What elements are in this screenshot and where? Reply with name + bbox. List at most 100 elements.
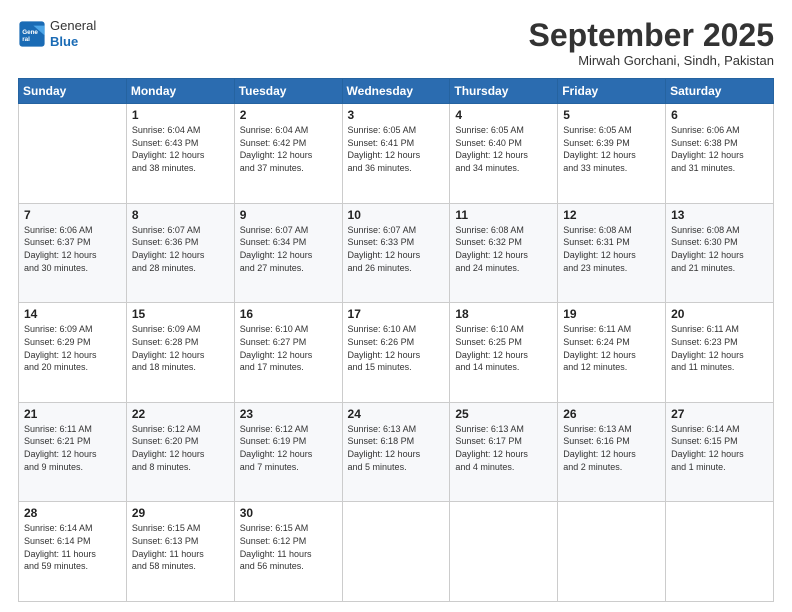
day-info: Sunrise: 6:05 AM Sunset: 6:39 PM Dayligh… [563, 124, 660, 174]
day-info: Sunrise: 6:08 AM Sunset: 6:32 PM Dayligh… [455, 224, 552, 274]
table-row: 10Sunrise: 6:07 AM Sunset: 6:33 PM Dayli… [342, 203, 450, 303]
table-row: 1 Sunrise: 6:04 AM Sunset: 6:43 PM Daylig… [126, 104, 234, 204]
calendar-table: Sunday Monday Tuesday Wednesday Thursday… [18, 78, 774, 602]
day-number: 2 [240, 108, 337, 122]
day-info: Sunrise: 6:06 AM Sunset: 6:38 PM Dayligh… [671, 124, 768, 174]
day-info: Sunrise: 6:06 AM Sunset: 6:37 PM Dayligh… [24, 224, 121, 274]
day-info: Sunrise: 6:04 AM Sunset: 6:42 PM Dayligh… [240, 124, 337, 174]
day-info: Sunrise: 6:12 AM Sunset: 6:19 PM Dayligh… [240, 423, 337, 473]
table-row: 15 Sunrise: 6:09 AM Sunset: 6:28 PM Dayli… [126, 303, 234, 403]
table-row: 24 Sunrise: 6:13 AM Sunset: 6:18 PM Dayli… [342, 402, 450, 502]
logo-blue: Blue [50, 34, 78, 49]
logo-icon: Gene ral [18, 20, 46, 48]
day-number: 11 [455, 208, 552, 222]
calendar-week-row: 14Sunrise: 6:09 AM Sunset: 6:29 PM Dayli… [19, 303, 774, 403]
table-row: 28 Sunrise: 6:14 AM Sunset: 6:14 PM Dayli… [19, 502, 127, 602]
table-row: 17 Sunrise: 6:10 AM Sunset: 6:26 PM Dayli… [342, 303, 450, 403]
day-number: 16 [240, 307, 337, 321]
day-number: 23 [240, 407, 337, 421]
day-info: Sunrise: 6:05 AM Sunset: 6:40 PM Dayligh… [455, 124, 552, 174]
table-row: 6 Sunrise: 6:06 AM Sunset: 6:38 PM Daylig… [666, 104, 774, 204]
day-info: Sunrise: 6:11 AM Sunset: 6:24 PM Dayligh… [563, 323, 660, 373]
day-info: Sunrise: 6:07 AM Sunset: 6:34 PM Dayligh… [240, 224, 337, 274]
logo: Gene ral General Blue [18, 18, 96, 49]
table-row: 14Sunrise: 6:09 AM Sunset: 6:29 PM Dayli… [19, 303, 127, 403]
day-number: 18 [455, 307, 552, 321]
calendar-week-row: 1 Sunrise: 6:04 AM Sunset: 6:43 PM Daylig… [19, 104, 774, 204]
month-title: September 2025 [529, 18, 774, 53]
day-info: Sunrise: 6:10 AM Sunset: 6:25 PM Dayligh… [455, 323, 552, 373]
table-row [666, 502, 774, 602]
col-tuesday: Tuesday [234, 79, 342, 104]
col-sunday: Sunday [19, 79, 127, 104]
location-subtitle: Mirwah Gorchani, Sindh, Pakistan [529, 53, 774, 68]
table-row [450, 502, 558, 602]
day-info: Sunrise: 6:15 AM Sunset: 6:12 PM Dayligh… [240, 522, 337, 572]
day-info: Sunrise: 6:07 AM Sunset: 6:36 PM Dayligh… [132, 224, 229, 274]
day-number: 17 [348, 307, 445, 321]
logo-text: General Blue [50, 18, 96, 49]
table-row: 13 Sunrise: 6:08 AM Sunset: 6:30 PM Dayli… [666, 203, 774, 303]
table-row: 20 Sunrise: 6:11 AM Sunset: 6:23 PM Dayli… [666, 303, 774, 403]
day-number: 10 [348, 208, 445, 222]
day-number: 5 [563, 108, 660, 122]
day-info: Sunrise: 6:13 AM Sunset: 6:17 PM Dayligh… [455, 423, 552, 473]
day-number: 27 [671, 407, 768, 421]
table-row: 22Sunrise: 6:12 AM Sunset: 6:20 PM Dayli… [126, 402, 234, 502]
table-row: 12Sunrise: 6:08 AM Sunset: 6:31 PM Dayli… [558, 203, 666, 303]
calendar-week-row: 7Sunrise: 6:06 AM Sunset: 6:37 PM Daylig… [19, 203, 774, 303]
day-number: 24 [348, 407, 445, 421]
day-number: 25 [455, 407, 552, 421]
day-info: Sunrise: 6:10 AM Sunset: 6:26 PM Dayligh… [348, 323, 445, 373]
day-info: Sunrise: 6:14 AM Sunset: 6:14 PM Dayligh… [24, 522, 121, 572]
day-info: Sunrise: 6:08 AM Sunset: 6:30 PM Dayligh… [671, 224, 768, 274]
calendar-week-row: 28 Sunrise: 6:14 AM Sunset: 6:14 PM Dayli… [19, 502, 774, 602]
table-row [558, 502, 666, 602]
table-row: 3Sunrise: 6:05 AM Sunset: 6:41 PM Daylig… [342, 104, 450, 204]
table-row: 5 Sunrise: 6:05 AM Sunset: 6:39 PM Daylig… [558, 104, 666, 204]
day-info: Sunrise: 6:13 AM Sunset: 6:18 PM Dayligh… [348, 423, 445, 473]
col-friday: Friday [558, 79, 666, 104]
day-number: 20 [671, 307, 768, 321]
day-info: Sunrise: 6:05 AM Sunset: 6:41 PM Dayligh… [348, 124, 445, 174]
table-row: 27 Sunrise: 6:14 AM Sunset: 6:15 PM Dayli… [666, 402, 774, 502]
calendar-week-row: 21Sunrise: 6:11 AM Sunset: 6:21 PM Dayli… [19, 402, 774, 502]
col-saturday: Saturday [666, 79, 774, 104]
day-number: 19 [563, 307, 660, 321]
day-number: 13 [671, 208, 768, 222]
day-number: 1 [132, 108, 229, 122]
day-info: Sunrise: 6:04 AM Sunset: 6:43 PM Dayligh… [132, 124, 229, 174]
table-row: 18 Sunrise: 6:10 AM Sunset: 6:25 PM Dayli… [450, 303, 558, 403]
table-row: 23 Sunrise: 6:12 AM Sunset: 6:19 PM Dayli… [234, 402, 342, 502]
day-info: Sunrise: 6:11 AM Sunset: 6:21 PM Dayligh… [24, 423, 121, 473]
table-row: 16 Sunrise: 6:10 AM Sunset: 6:27 PM Dayli… [234, 303, 342, 403]
day-info: Sunrise: 6:08 AM Sunset: 6:31 PM Dayligh… [563, 224, 660, 274]
col-wednesday: Wednesday [342, 79, 450, 104]
title-block: September 2025 Mirwah Gorchani, Sindh, P… [529, 18, 774, 68]
day-number: 15 [132, 307, 229, 321]
day-number: 9 [240, 208, 337, 222]
logo-general: General [50, 18, 96, 34]
day-number: 28 [24, 506, 121, 520]
table-row: 26 Sunrise: 6:13 AM Sunset: 6:16 PM Dayli… [558, 402, 666, 502]
day-info: Sunrise: 6:12 AM Sunset: 6:20 PM Dayligh… [132, 423, 229, 473]
day-info: Sunrise: 6:14 AM Sunset: 6:15 PM Dayligh… [671, 423, 768, 473]
day-info: Sunrise: 6:13 AM Sunset: 6:16 PM Dayligh… [563, 423, 660, 473]
day-number: 6 [671, 108, 768, 122]
table-row: 21Sunrise: 6:11 AM Sunset: 6:21 PM Dayli… [19, 402, 127, 502]
day-number: 26 [563, 407, 660, 421]
day-info: Sunrise: 6:11 AM Sunset: 6:23 PM Dayligh… [671, 323, 768, 373]
col-monday: Monday [126, 79, 234, 104]
day-info: Sunrise: 6:15 AM Sunset: 6:13 PM Dayligh… [132, 522, 229, 572]
day-info: Sunrise: 6:10 AM Sunset: 6:27 PM Dayligh… [240, 323, 337, 373]
day-info: Sunrise: 6:09 AM Sunset: 6:28 PM Dayligh… [132, 323, 229, 373]
table-row: 9 Sunrise: 6:07 AM Sunset: 6:34 PM Daylig… [234, 203, 342, 303]
table-row: 11 Sunrise: 6:08 AM Sunset: 6:32 PM Dayli… [450, 203, 558, 303]
svg-text:Gene: Gene [22, 29, 38, 36]
day-number: 14 [24, 307, 121, 321]
day-number: 29 [132, 506, 229, 520]
calendar-header-row: Sunday Monday Tuesday Wednesday Thursday… [19, 79, 774, 104]
table-row: 19 Sunrise: 6:11 AM Sunset: 6:24 PM Dayli… [558, 303, 666, 403]
day-number: 4 [455, 108, 552, 122]
table-row: 25 Sunrise: 6:13 AM Sunset: 6:17 PM Dayli… [450, 402, 558, 502]
